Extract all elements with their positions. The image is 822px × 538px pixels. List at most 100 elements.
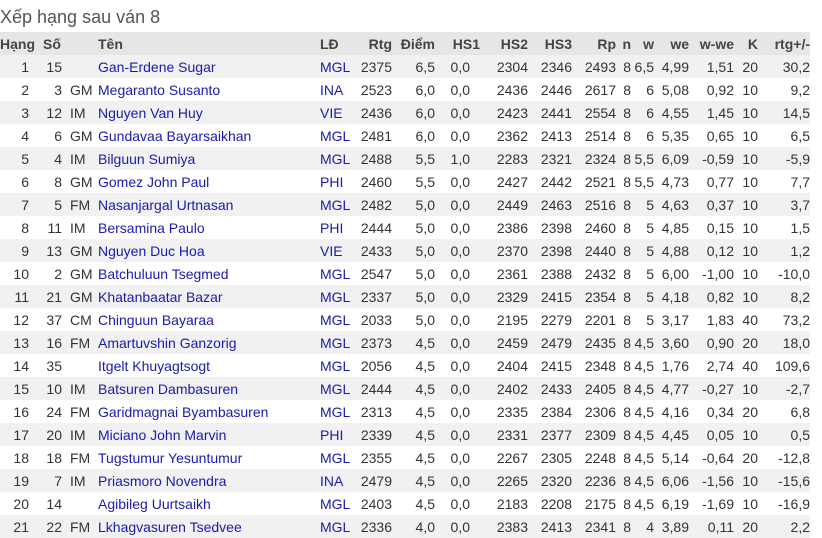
rating-change-cell: 2,2	[758, 515, 810, 538]
hs3-cell: 2377	[528, 423, 572, 446]
hs2-cell: 2427	[480, 170, 528, 193]
federation-link[interactable]: MGL	[320, 496, 350, 512]
points-cell: 4,5	[392, 354, 435, 377]
player-name-link[interactable]: Nguyen Van Huy	[98, 105, 203, 121]
fide-title-cell	[68, 492, 98, 515]
col-header-ld: LĐ	[320, 32, 360, 55]
rating-cell: 2444	[360, 216, 392, 239]
player-name-link[interactable]: Lkhagvasuren Tsedvee	[98, 519, 242, 535]
federation-link[interactable]: INA	[320, 473, 343, 489]
table-row: 17 20 IM Miciano John Marvin PHI 2339 4,5 0,0 23…	[0, 423, 810, 446]
expected-score-cell: 4,18	[654, 285, 689, 308]
rating-cell: 2337	[360, 285, 392, 308]
federation-link[interactable]: MGL	[320, 128, 350, 144]
player-name-link[interactable]: Chinguun Bayaraa	[98, 312, 214, 328]
games-played-cell: 8	[616, 216, 631, 239]
hs2-cell: 2370	[480, 239, 528, 262]
player-name-link[interactable]: Bersamina Paulo	[98, 220, 205, 236]
federation-link[interactable]: MGL	[320, 266, 350, 282]
expected-score-cell: 4,16	[654, 400, 689, 423]
federation-link[interactable]: PHI	[320, 427, 343, 443]
player-name-link[interactable]: Gomez John Paul	[98, 174, 209, 190]
player-name-link[interactable]: Bilguun Sumiya	[98, 151, 195, 167]
expected-score-cell: 4,99	[654, 55, 689, 78]
wins-cell: 5	[631, 216, 654, 239]
hs1-cell: 0,0	[435, 193, 480, 216]
rating-change-cell: 0,5	[758, 423, 810, 446]
hs3-cell: 2208	[528, 492, 572, 515]
wins-cell: 4,5	[631, 446, 654, 469]
federation-link[interactable]: PHI	[320, 220, 343, 236]
federation-link[interactable]: MGL	[320, 358, 350, 374]
points-cell: 4,5	[392, 423, 435, 446]
start-number-cell: 37	[43, 308, 68, 331]
player-name-link[interactable]: Gundavaa Bayarsaikhan	[98, 128, 251, 144]
rating-change-cell: 109,6	[758, 354, 810, 377]
federation-link[interactable]: INA	[320, 82, 343, 98]
rank-cell: 16	[0, 400, 43, 423]
performance-rating-cell: 2236	[572, 469, 616, 492]
player-name-cell: Gan-Erdene Sugar	[98, 55, 320, 78]
player-name-link[interactable]: Gan-Erdene Sugar	[98, 59, 216, 75]
games-played-cell: 8	[616, 101, 631, 124]
federation-link[interactable]: MGL	[320, 197, 350, 213]
player-name-link[interactable]: Batsuren Dambasuren	[98, 381, 238, 397]
fide-title-cell: GM	[68, 78, 98, 101]
player-name-link[interactable]: Priasmoro Novendra	[98, 473, 226, 489]
federation-link[interactable]: MGL	[320, 335, 350, 351]
rank-cell: 8	[0, 216, 43, 239]
player-name-link[interactable]: Agibileg Uurtsaikh	[98, 496, 211, 512]
federation-link[interactable]: MGL	[320, 381, 350, 397]
player-name-link[interactable]: Nasanjargal Urtnasan	[98, 197, 233, 213]
federation-cell: PHI	[320, 423, 360, 446]
games-played-cell: 8	[616, 239, 631, 262]
rank-cell: 10	[0, 262, 43, 285]
federation-link[interactable]: MGL	[320, 404, 350, 420]
federation-cell: MGL	[320, 124, 360, 147]
rank-cell: 2	[0, 78, 43, 101]
hs1-cell: 0,0	[435, 124, 480, 147]
rating-change-cell: 14,5	[758, 101, 810, 124]
player-name-link[interactable]: Garidmagnai Byambasuren	[98, 404, 268, 420]
player-name-link[interactable]: Tugstumur Yesuntumur	[98, 450, 242, 466]
player-name-link[interactable]: Batchuluun Tsegmed	[98, 266, 229, 282]
rating-cell: 2313	[360, 400, 392, 423]
score-difference-cell: 0,15	[689, 216, 734, 239]
player-name-link[interactable]: Amartuvshin Ganzorig	[98, 335, 237, 351]
player-name-cell: Garidmagnai Byambasuren	[98, 400, 320, 423]
federation-link[interactable]: MGL	[320, 450, 350, 466]
player-name-link[interactable]: Itgelt Khuyagtsogt	[98, 358, 210, 374]
performance-rating-cell: 2354	[572, 285, 616, 308]
federation-link[interactable]: MGL	[320, 312, 350, 328]
federation-link[interactable]: VIE	[320, 105, 343, 121]
start-number-cell: 14	[43, 492, 68, 515]
rating-cell: 2433	[360, 239, 392, 262]
k-factor-cell: 10	[734, 147, 758, 170]
federation-link[interactable]: VIE	[320, 243, 343, 259]
federation-link[interactable]: MGL	[320, 151, 350, 167]
rating-change-cell: -2,7	[758, 377, 810, 400]
rating-change-cell: 7,7	[758, 170, 810, 193]
col-header-title	[68, 32, 98, 55]
player-name-link[interactable]: Megaranto Susanto	[98, 82, 220, 98]
fide-title-cell: FM	[68, 515, 98, 538]
federation-link[interactable]: MGL	[320, 59, 350, 75]
federation-link[interactable]: MGL	[320, 289, 350, 305]
table-row: 10 2 GM Batchuluun Tsegmed MGL 2547 5,0 0,0 2361…	[0, 262, 810, 285]
rating-change-cell: 3,7	[758, 193, 810, 216]
hs2-cell: 2459	[480, 331, 528, 354]
expected-score-cell: 4,55	[654, 101, 689, 124]
federation-link[interactable]: MGL	[320, 519, 350, 535]
rating-change-cell: 6,8	[758, 400, 810, 423]
rank-cell: 21	[0, 515, 43, 538]
player-name-link[interactable]: Khatanbaatar Bazar	[98, 289, 223, 305]
points-cell: 5,5	[392, 147, 435, 170]
federation-link[interactable]: PHI	[320, 174, 343, 190]
k-factor-cell: 10	[734, 216, 758, 239]
col-header-w-we: w-we	[689, 32, 734, 55]
k-factor-cell: 10	[734, 124, 758, 147]
player-name-link[interactable]: Nguyen Duc Hoa	[98, 243, 205, 259]
player-name-link[interactable]: Miciano John Marvin	[98, 427, 226, 443]
fide-title-cell	[68, 354, 98, 377]
col-header-hs3: HS3	[528, 32, 572, 55]
